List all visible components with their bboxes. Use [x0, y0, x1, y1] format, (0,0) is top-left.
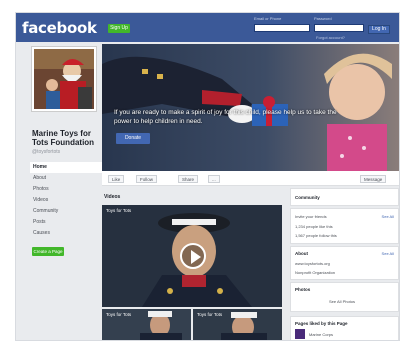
left-nav: Home About Photos Videos Community Posts… — [30, 162, 112, 239]
card-title: Community — [295, 195, 320, 200]
create-page-button[interactable]: Create a Page — [32, 247, 64, 256]
profile-picture[interactable] — [32, 47, 96, 111]
invite-friends-text[interactable]: Invite your friends — [295, 214, 327, 219]
video-player[interactable]: Toys for Tots — [102, 205, 282, 307]
password-field[interactable] — [314, 24, 364, 32]
page-handle[interactable]: @toysfortots — [32, 149, 60, 155]
liked-page-name[interactable]: Marine Corps — [309, 332, 333, 337]
thumbnail-title: Toys for Tots — [197, 312, 223, 317]
likes-count: 1,234 people like this — [295, 224, 333, 229]
message-button[interactable]: Message — [360, 175, 387, 183]
password-label: Password — [314, 16, 332, 21]
photos-card: Photos See All Photos — [290, 282, 399, 312]
facebook-logo[interactable]: facebook — [22, 19, 97, 37]
card-title: About — [295, 251, 308, 256]
email-label: Email or Phone — [254, 16, 282, 21]
thumbnail-title: Toys for Tots — [106, 312, 132, 317]
see-all-photos-link[interactable]: See All Photos — [329, 299, 355, 304]
nav-item-videos[interactable]: Videos — [30, 195, 112, 206]
card-title: Photos — [295, 287, 311, 292]
nav-item-home[interactable]: Home — [30, 162, 112, 173]
share-button[interactable]: Share — [178, 175, 199, 183]
video-thumbnail[interactable]: Toys for Tots — [102, 309, 191, 340]
videos-heading: Videos — [104, 194, 121, 200]
signup-button[interactable]: Sign Up — [108, 24, 130, 33]
card-title: Pages liked by this Page — [295, 321, 348, 326]
more-button[interactable]: ... — [208, 175, 220, 183]
nav-item-community[interactable]: Community — [30, 206, 112, 217]
website-link[interactable]: www.toysfortots.org — [295, 261, 330, 266]
community-header-card: Community — [290, 188, 399, 206]
nav-item-photos[interactable]: Photos — [30, 184, 112, 195]
top-bar: facebook Sign Up Email or Phone Password… — [16, 13, 399, 42]
play-icon[interactable] — [180, 243, 206, 269]
liked-pages-card: Pages liked by this Page Marine Corps — [290, 316, 399, 340]
action-bar: Like Follow Share ... Message — [102, 171, 399, 186]
login-button[interactable]: Log In — [368, 25, 390, 34]
santa-photo — [34, 49, 94, 109]
cover-donate-button[interactable]: Donate — [116, 133, 150, 144]
page-thumbnail[interactable] — [295, 329, 305, 339]
video-title: Toys for Tots — [106, 208, 132, 213]
follow-button[interactable]: Follow — [136, 175, 158, 183]
follows-count: 1,567 people follow this — [295, 233, 337, 238]
see-all-link[interactable]: See All — [382, 214, 394, 219]
about-card: About See All www.toysfortots.org Nonpro… — [290, 246, 399, 280]
forgot-account-link[interactable]: Forgot account? — [316, 35, 345, 40]
video-thumbnail[interactable]: Toys for Tots — [193, 309, 282, 340]
cover-caption: If you are ready to make a spirit of joy… — [114, 109, 337, 125]
email-field[interactable] — [254, 24, 310, 32]
browser-frame: facebook Sign Up Email or Phone Password… — [16, 13, 399, 340]
cover-photo[interactable]: If you are ready to make a spirit of joy… — [102, 44, 399, 171]
nav-item-causes[interactable]: Causes — [30, 228, 112, 239]
page-name[interactable]: Marine Toys for Tots Foundation — [32, 129, 102, 147]
like-button[interactable]: Like — [108, 175, 125, 183]
category-text: Nonprofit Organization — [295, 270, 336, 275]
nav-item-about[interactable]: About — [30, 173, 112, 184]
see-all-link[interactable]: See All — [382, 251, 394, 256]
nav-item-posts[interactable]: Posts — [30, 217, 112, 228]
community-card: Invite your friends See All 1,234 people… — [290, 208, 399, 244]
